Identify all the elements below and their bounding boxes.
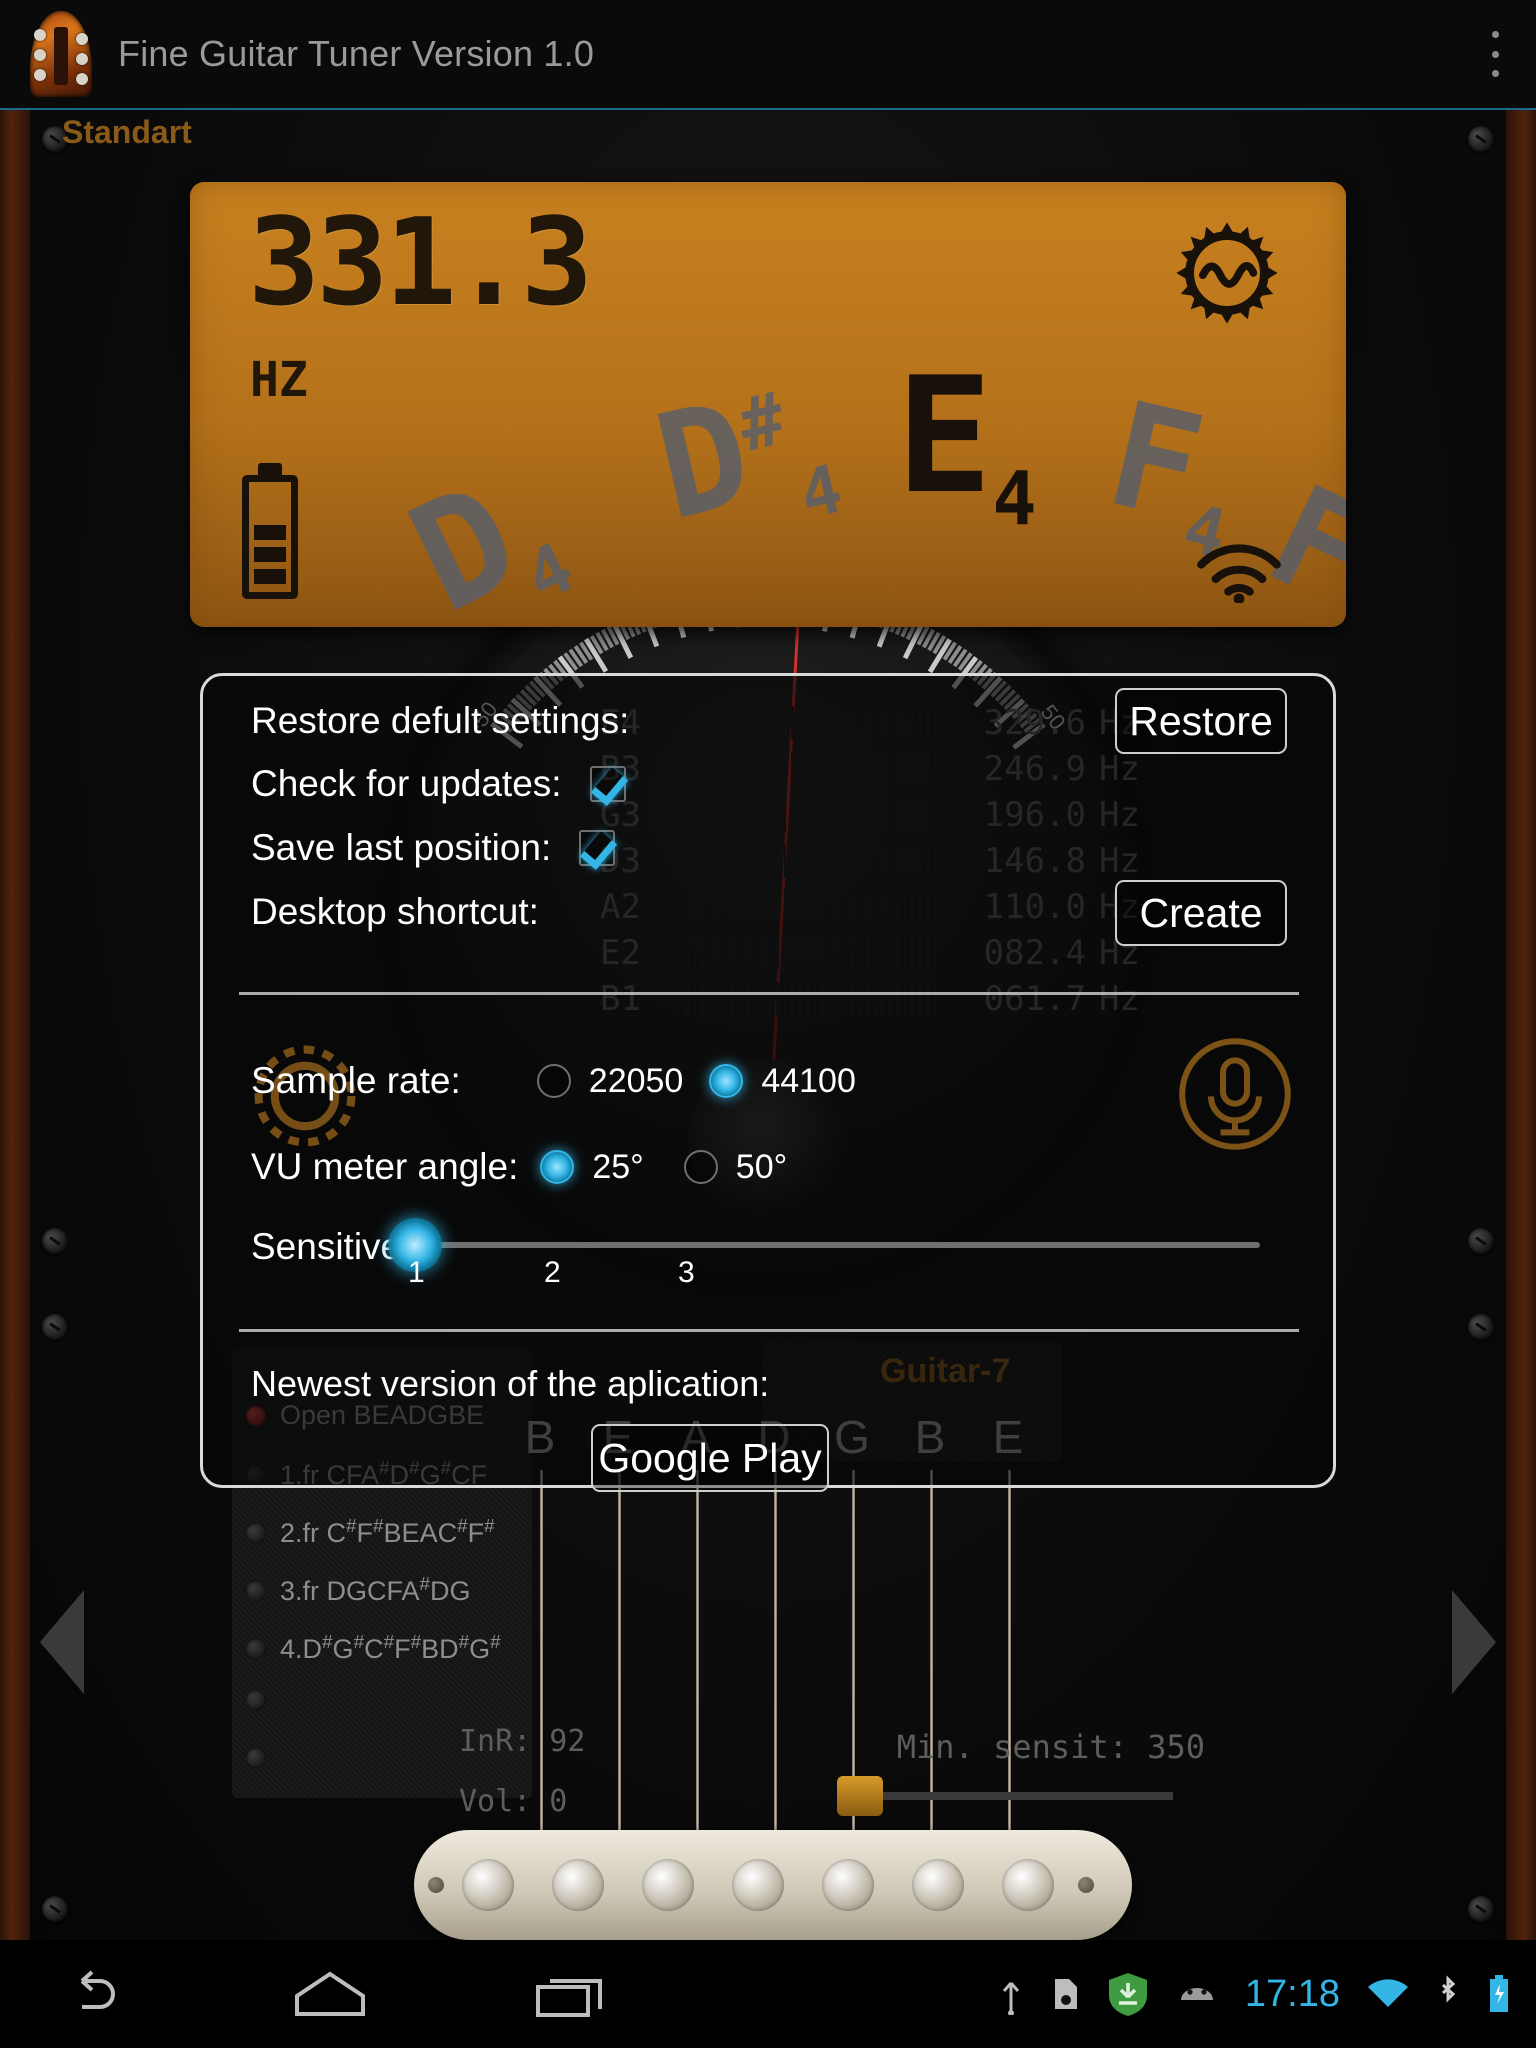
overflow-menu-icon[interactable] xyxy=(1488,31,1502,77)
screw xyxy=(1468,1228,1494,1254)
download-shield-icon xyxy=(1108,1973,1147,2016)
inr-readout: InR: 92 xyxy=(459,1724,586,1759)
recents-icon[interactable] xyxy=(490,1969,650,2019)
microphone-icon xyxy=(1179,1038,1291,1150)
settings-dialog: Restore defult settings: Restore Check f… xyxy=(200,673,1336,1819)
android-icon xyxy=(1180,1988,1213,2000)
row-desktop-shortcut: Desktop shortcut: xyxy=(251,891,539,933)
pickup-pole xyxy=(552,1859,604,1911)
row-check-for-updates: Check for updates: xyxy=(251,763,626,805)
usb-icon xyxy=(1002,1982,1020,2015)
screw xyxy=(1468,126,1494,152)
status-icons: 17:18 xyxy=(997,1971,1512,2017)
sample-rate-option-22050: 22050 xyxy=(588,1061,684,1100)
row-vu-meter-angle: VU meter angle: 25° 50° xyxy=(251,1146,787,1188)
clock: 17:18 xyxy=(1244,1972,1340,2015)
divider xyxy=(239,992,1299,995)
vu-angle-option-25: 25° xyxy=(592,1147,644,1186)
vu-meter-angle-label: VU meter angle: xyxy=(251,1146,519,1187)
sensitive-tick-3: 3 xyxy=(678,1256,695,1289)
sample-rate-label: Sample rate: xyxy=(251,1060,461,1101)
lcd-main-note: E4 xyxy=(896,342,1037,542)
sample-rate-radio-22050[interactable] xyxy=(536,1064,571,1098)
next-arrow-icon[interactable] xyxy=(1452,1590,1496,1694)
back-icon[interactable] xyxy=(10,1969,170,2019)
pickup xyxy=(414,1830,1132,1940)
gear-wave-icon xyxy=(1176,222,1278,324)
row-newest-version: Newest version of the aplication: xyxy=(251,1363,769,1405)
sd-card-icon xyxy=(1054,1979,1077,2009)
home-icon[interactable] xyxy=(250,1970,410,2018)
min-sensit-slider-thumb[interactable] xyxy=(837,1776,883,1816)
vol-readout: Vol: 0 xyxy=(459,1784,568,1819)
screw xyxy=(42,1314,68,1340)
min-sensit-slider-track[interactable] xyxy=(853,1792,1173,1800)
desktop-shortcut-label: Desktop shortcut: xyxy=(251,891,539,932)
app-body: -50-2502550 E4329.6HzB3246.9HzG3196.0HzD… xyxy=(0,110,1536,2030)
lcd-frequency-value: 331.3 xyxy=(248,194,593,333)
lcd-ghost-note: D#4 xyxy=(641,368,850,554)
battery-icon xyxy=(242,475,298,599)
lcd-frequency-unit: HZ xyxy=(250,352,308,408)
bluetooth-icon xyxy=(1441,1975,1456,2003)
pickup-screw xyxy=(1078,1877,1094,1893)
wifi-icon xyxy=(1197,544,1281,603)
row-save-last-position: Save last position: xyxy=(251,827,616,869)
restore-button[interactable]: Restore xyxy=(1115,688,1287,754)
row-sample-rate: Sample rate: 22050 44100 xyxy=(251,1060,856,1102)
pickup-pole xyxy=(462,1859,514,1911)
lcd-display: 331.3 HZ D4 D#4 E4 F4 F#4 xyxy=(190,182,1346,627)
pickup-pole xyxy=(642,1859,694,1911)
app-title: Fine Guitar Tuner Version 1.0 xyxy=(118,33,595,74)
battery-charging-icon xyxy=(1490,1975,1508,2012)
system-nav-bar: 17:18 xyxy=(0,1940,1536,2048)
vu-angle-radio-50[interactable] xyxy=(683,1150,718,1184)
pickup-screw xyxy=(428,1877,444,1893)
divider xyxy=(239,1329,1299,1332)
sensitive-tick-1: 1 xyxy=(408,1256,425,1289)
restore-default-settings-label: Restore defult settings: xyxy=(251,700,630,741)
pickup-pole xyxy=(822,1859,874,1911)
check-for-updates-label: Check for updates: xyxy=(251,763,562,804)
sample-rate-option-44100: 44100 xyxy=(761,1061,856,1100)
vu-angle-radio-25[interactable] xyxy=(540,1150,575,1184)
sample-rate-radio-44100[interactable] xyxy=(709,1064,744,1098)
min-sensit-readout: Min. sensit: 350 xyxy=(896,1728,1205,1766)
guitar-headstock-icon xyxy=(30,11,92,97)
save-last-position-checkbox[interactable] xyxy=(579,830,616,866)
sensitive-slider-track[interactable] xyxy=(400,1242,1260,1248)
tuning-panel-title: Standart xyxy=(62,114,192,150)
pickup-pole xyxy=(912,1859,964,1911)
screw xyxy=(1468,1314,1494,1340)
sensitive-tick-2: 2 xyxy=(544,1256,561,1289)
check-for-updates-checkbox[interactable] xyxy=(589,766,626,802)
screw xyxy=(42,1228,68,1254)
action-bar: Fine Guitar Tuner Version 1.0 xyxy=(0,0,1536,110)
row-restore-default-settings: Restore defult settings: xyxy=(251,700,629,742)
wifi-icon xyxy=(1368,1979,1408,2007)
vu-angle-option-50: 50° xyxy=(735,1147,788,1186)
app-root: Fine Guitar Tuner Version 1.0 -50-250255… xyxy=(0,0,1536,2048)
newest-version-label: Newest version of the aplication: xyxy=(251,1363,770,1404)
lcd-ghost-note: D4 xyxy=(385,450,586,627)
prev-arrow-icon[interactable] xyxy=(40,1590,84,1694)
pickup-pole xyxy=(732,1859,784,1911)
save-last-position-label: Save last position: xyxy=(251,827,552,868)
google-play-button[interactable]: Google Play xyxy=(591,1424,829,1492)
create-shortcut-button[interactable]: Create xyxy=(1115,880,1287,946)
pickup-pole xyxy=(1002,1859,1054,1911)
